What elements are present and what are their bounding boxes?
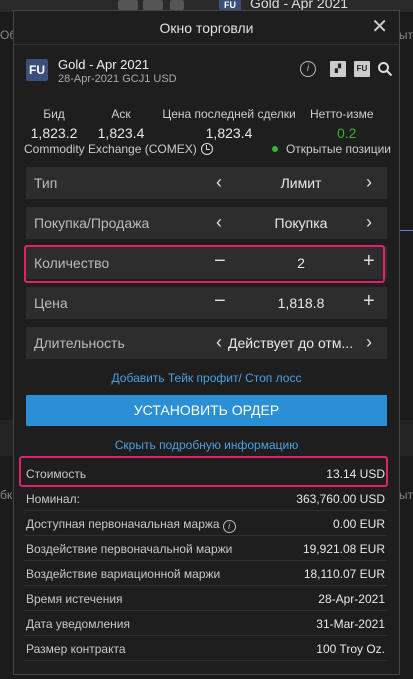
price-label: Цена [34, 295, 68, 311]
chevron-left-icon[interactable]: ‹ [216, 332, 222, 352]
detail-row-nominal: Номинал: 363,760.00 USD [24, 487, 387, 511]
duration-value: Действует до отм... [228, 335, 354, 351]
gear-icon [170, 0, 184, 10]
chevron-right-icon[interactable]: › [366, 332, 372, 352]
detail-value: 18,110.07 EUR [303, 567, 385, 581]
detail-label: Доступная первоначальная маржа i [26, 517, 236, 533]
detail-value: 0.00 EUR [332, 517, 385, 531]
hide-details-link[interactable]: Скрыть подробную информацию [14, 438, 399, 452]
dialog-titlebar: Окно торговли ✕ [14, 11, 399, 45]
duration-label: Длительность [34, 335, 125, 351]
info-icon[interactable]: i [222, 520, 236, 533]
detail-value: 13.14 USD [326, 467, 385, 481]
detail-label: Размер контракта [26, 642, 126, 656]
list-icon [143, 0, 163, 10]
instrument-name: Gold - Apr 2021 [58, 57, 150, 72]
status-dot-icon [271, 146, 278, 152]
detail-value: 19,921.08 EUR [302, 542, 385, 556]
fu-chart-icon[interactable]: FU [354, 61, 370, 77]
detail-row-variation-margin: Воздействие вариационной маржи 18,110.07… [24, 562, 387, 586]
detail-value: 28-Apr-2021 [318, 592, 385, 606]
detail-label: Воздействие вариационной маржи [26, 567, 221, 581]
instrument-badge: FU [26, 59, 48, 81]
clock-icon[interactable] [200, 143, 213, 155]
plus-icon[interactable]: + [363, 251, 375, 271]
net-value: 0.2 [337, 125, 357, 141]
quantity-label: Количество [34, 255, 110, 271]
detail-label: Дата уведомления [26, 617, 130, 631]
place-order-button[interactable]: УСТАНОВИТЬ ОРДЕР [26, 395, 387, 426]
open-positions[interactable]: Открытые позиции [271, 142, 391, 156]
detail-row-contract-size: Размер контракта 100 Troy Oz. [24, 637, 387, 661]
net-label: Нетто-изме [310, 107, 374, 121]
bid-quote[interactable]: Бид 1,823.2 [24, 107, 84, 141]
exchange-name: Commodity Exchange (COMEX) [24, 142, 197, 156]
duration-row: Длительность ‹ Действует до отм... › [26, 327, 387, 359]
detail-label: Стоимость [26, 467, 87, 481]
bid-label: Бид [43, 107, 65, 121]
ask-label: Аск [111, 107, 131, 121]
chart-icon[interactable]: ▞ [330, 61, 346, 77]
side-value: Покупка [274, 215, 328, 231]
order-type-row: Тип ‹ Лимит › [26, 167, 387, 199]
dialog-title: Окно торговли [159, 20, 254, 36]
detail-row-notice-date: Дата уведомления 31-Mar-2021 [24, 612, 387, 636]
open-positions-label: Открытые позиции [285, 142, 391, 156]
detail-row-cost: Стоимость 13.14 USD [24, 462, 387, 486]
layout-icon [118, 0, 138, 10]
instrument-header: FU Gold - Apr 2021 28-Apr-2021 GCJ1 USD … [24, 57, 393, 87]
price-row: Цена − 1,818.8 + [26, 287, 387, 319]
detail-label: Номинал: [26, 492, 80, 506]
price-value[interactable]: 1,818.8 [236, 295, 366, 311]
detail-row-expiry: Время истечения 28-Apr-2021 [24, 587, 387, 611]
ask-quote[interactable]: Аск 1,823.4 [86, 107, 156, 141]
background-fu-badge: FU [219, 0, 241, 10]
detail-row-initial-margin: Воздействие первоначальной маржи 19,921.… [24, 537, 387, 561]
detail-value: 31-Mar-2021 [316, 617, 385, 631]
quantity-row: Количество − 2 + [26, 247, 387, 279]
detail-label-text: Доступная первоначальная маржа [26, 517, 220, 531]
detail-value: 363,760.00 USD [296, 492, 385, 506]
detail-label: Воздействие первоначальной маржи [26, 542, 233, 556]
last-value: 1,823.4 [205, 125, 253, 141]
chevron-right-icon[interactable]: › [366, 212, 372, 232]
background-left-text-2: бк [0, 488, 13, 502]
detail-value: 100 Troy Oz. [316, 642, 385, 656]
last-price: Цена последней сделки 1,823.4 [154, 107, 304, 141]
minus-icon[interactable]: − [214, 291, 226, 311]
side-row: Покупка/Продажа ‹ Покупка › [26, 207, 387, 239]
bid-value: 1,823.2 [30, 125, 78, 141]
net-change: Нетто-изме 0.2 [310, 107, 394, 141]
plus-icon[interactable]: + [363, 291, 375, 311]
minus-icon[interactable]: − [214, 251, 226, 271]
instrument-sub: 28-Apr-2021 GCJ1 USD [58, 73, 177, 85]
trade-dialog: Окно торговли ✕ FU Gold - Apr 2021 28-Ap… [13, 10, 400, 675]
quotes-bar: Бид 1,823.2 Аск 1,823.4 Цена последней с… [24, 107, 391, 147]
ask-value: 1,823.4 [97, 125, 145, 141]
add-take-profit-link[interactable]: Добавить Тейк профит/ Стоп лосс [14, 371, 399, 385]
detail-label: Время истечения [26, 592, 123, 606]
close-icon[interactable]: ✕ [371, 17, 388, 37]
order-type-label: Тип [34, 175, 58, 191]
chevron-right-icon[interactable]: › [366, 172, 372, 192]
info-icon[interactable]: i [300, 61, 316, 77]
detail-row-available-margin: Доступная первоначальная маржа i 0.00 EUR [24, 512, 387, 536]
quantity-value[interactable]: 2 [236, 255, 366, 271]
last-label: Цена последней сделки [162, 107, 296, 121]
side-label: Покупка/Продажа [34, 215, 150, 231]
chevron-left-icon[interactable]: ‹ [216, 212, 222, 232]
chevron-left-icon[interactable]: ‹ [216, 172, 222, 192]
search-icon[interactable] [377, 61, 393, 77]
order-type-value: Лимит [280, 175, 322, 191]
exchange-line: Commodity Exchange (COMEX) Открытые пози… [24, 142, 391, 160]
